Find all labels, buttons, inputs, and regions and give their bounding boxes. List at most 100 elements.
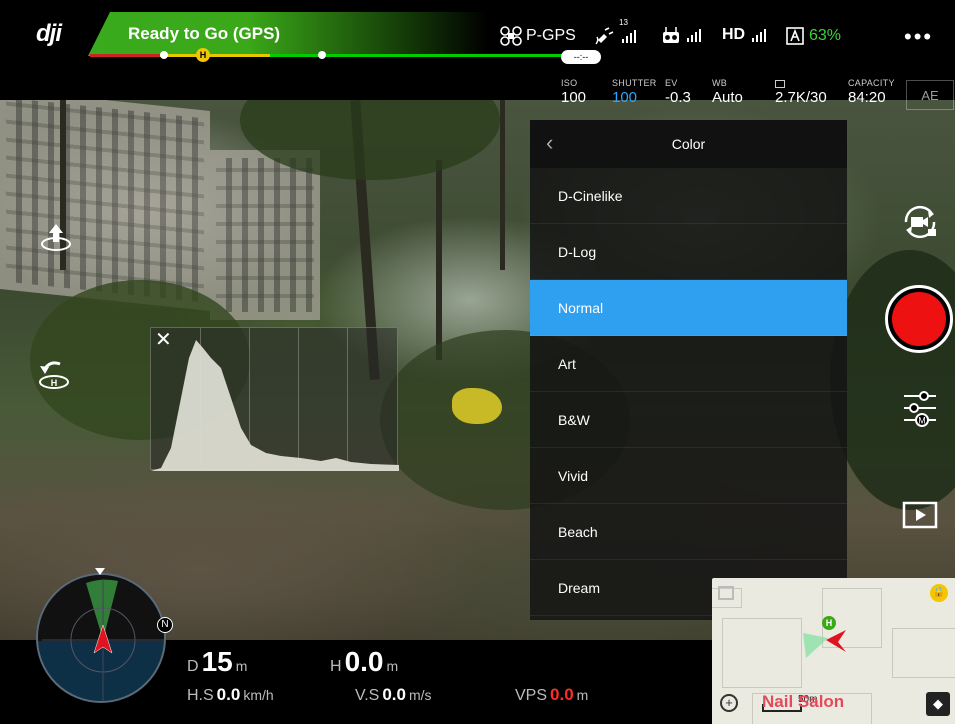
color-settings-menu: ‹ Color D-Cinelike D-Log Normal Art B&W … xyxy=(530,120,847,620)
v-speed-unit: m/s xyxy=(408,687,432,703)
svg-text:M: M xyxy=(918,416,926,426)
satellite-count: 13 xyxy=(619,18,628,27)
map-layer-icon[interactable] xyxy=(718,586,734,600)
param-label: ISO xyxy=(561,78,578,88)
flight-mode[interactable]: P-GPS xyxy=(500,26,576,46)
vps-unit: m xyxy=(576,687,589,703)
color-option-d-cinelike[interactable]: D-Cinelike xyxy=(530,168,847,224)
more-dots-icon[interactable]: ••• xyxy=(904,24,933,50)
param-iso[interactable]: ISO 100 xyxy=(561,78,586,106)
eraser-icon[interactable]: ◆ xyxy=(926,692,950,716)
battery-percent: 63% xyxy=(809,27,842,44)
param-capacity[interactable]: CAPACITY 84:20 xyxy=(848,78,895,106)
param-wb[interactable]: WB Auto xyxy=(712,78,743,106)
battery-timeline-dot xyxy=(160,51,168,59)
hd-signal-bars xyxy=(752,28,767,42)
ae-lock-button[interactable]: AE xyxy=(906,80,954,110)
color-option-beach[interactable]: Beach xyxy=(530,504,847,560)
histogram-curve xyxy=(151,340,399,471)
battery-status[interactable]: 63% xyxy=(785,26,841,46)
battery-timeline-dot xyxy=(318,51,326,59)
distance-value: 15 xyxy=(201,646,233,677)
aircraft-icon xyxy=(500,26,522,46)
param-label: EV xyxy=(665,78,678,88)
distance-unit: m xyxy=(235,658,248,674)
home-marker: H xyxy=(196,48,210,62)
color-option-d-log[interactable]: D-Log xyxy=(530,224,847,280)
vps-readout: VPS 0.0 m xyxy=(515,685,588,705)
tree-trunk xyxy=(500,100,505,270)
svg-text:H: H xyxy=(51,378,58,388)
h-speed-label: H.S xyxy=(187,687,214,704)
v-speed-label: V.S xyxy=(355,687,380,704)
h-speed-unit: km/h xyxy=(243,687,274,703)
h-speed-value: 0.0 xyxy=(216,685,241,704)
attitude-radar[interactable] xyxy=(36,573,166,703)
height-readout: H 0.0 m xyxy=(330,646,398,678)
radar-overlay xyxy=(42,579,164,701)
param-value: Auto xyxy=(712,89,743,106)
horizontal-speed-readout: H.S 0.0 km/h xyxy=(187,685,274,705)
return-home-icon[interactable]: H xyxy=(36,356,72,392)
top-status-bar: dji Ready to Go (GPS) H --:-- P-GPS 13 H… xyxy=(0,0,955,64)
vps-label: VPS xyxy=(515,687,548,704)
north-label: N xyxy=(161,619,169,630)
tree-trunk xyxy=(436,160,442,360)
map-poi-label: Nail Salon xyxy=(762,692,845,711)
color-option-vivid[interactable]: Vivid xyxy=(530,448,847,504)
param-value: -0.3 xyxy=(665,89,691,106)
satellite-icon xyxy=(595,27,614,45)
record-button[interactable] xyxy=(885,285,953,353)
color-option-art[interactable]: Art xyxy=(530,336,847,392)
radar-heading-marker xyxy=(95,568,105,575)
gps-signal[interactable]: 13 xyxy=(595,18,636,46)
camera-settings-icon[interactable]: M xyxy=(902,388,938,428)
height-unit: m xyxy=(386,658,399,674)
histogram-panel[interactable]: ✕ xyxy=(150,327,399,471)
param-value: 100 xyxy=(612,89,638,106)
flight-mode-label: P-GPS xyxy=(526,27,576,44)
param-label: WB xyxy=(712,78,728,88)
param-value: 84:20 xyxy=(848,89,886,106)
param-value: 100 xyxy=(561,89,587,106)
camera-switch-icon[interactable] xyxy=(898,202,942,242)
height-value: 0.0 xyxy=(344,646,384,677)
aircraft-status[interactable]: Ready to Go (GPS) xyxy=(128,24,280,44)
color-option-bw[interactable]: B&W xyxy=(530,392,847,448)
takeoff-icon[interactable] xyxy=(38,218,74,254)
apartment-building-center xyxy=(210,150,320,320)
param-ev[interactable]: EV -0.3 xyxy=(665,78,691,106)
apartment-building-left xyxy=(0,100,210,312)
param-label: SHUTTER xyxy=(612,78,657,88)
dji-logo[interactable]: dji xyxy=(36,20,62,48)
remote-controller-signal[interactable] xyxy=(662,26,701,44)
color-option-normal[interactable]: Normal xyxy=(530,280,847,336)
hd-label: HD xyxy=(722,26,746,43)
remote-controller-icon xyxy=(663,27,679,43)
gps-signal-bars xyxy=(622,29,636,43)
v-speed-value: 0.0 xyxy=(382,685,406,704)
distance-readout: D 15 m xyxy=(187,646,247,678)
zoom-icon[interactable]: + xyxy=(720,694,738,712)
rc-signal-bars xyxy=(687,28,701,42)
menu-title: Color xyxy=(671,136,706,152)
menu-header: ‹ Color xyxy=(530,120,847,168)
battery-icon xyxy=(786,27,804,45)
playback-icon[interactable] xyxy=(902,500,938,530)
param-value: 2.7K/30 xyxy=(775,89,827,106)
home-point-label: H xyxy=(825,618,833,628)
hd-video-signal[interactable]: HD xyxy=(722,26,767,44)
lock-icon[interactable]: 🔒 xyxy=(930,584,948,602)
param-label: CAPACITY xyxy=(848,78,895,88)
param-resolution[interactable]: 2.7K/30 xyxy=(775,78,827,106)
vps-value: 0.0 xyxy=(550,685,574,704)
north-indicator: N xyxy=(157,617,173,633)
flight-time-remaining: --:-- xyxy=(561,50,601,64)
yellow-object xyxy=(452,388,502,424)
video-size-icon xyxy=(775,80,785,88)
distance-label: D xyxy=(187,658,199,675)
close-icon[interactable]: ✕ xyxy=(155,330,172,350)
param-shutter[interactable]: SHUTTER 100 xyxy=(612,78,657,106)
vertical-speed-readout: V.S 0.0 m/s xyxy=(355,685,432,705)
height-label: H xyxy=(330,658,342,675)
